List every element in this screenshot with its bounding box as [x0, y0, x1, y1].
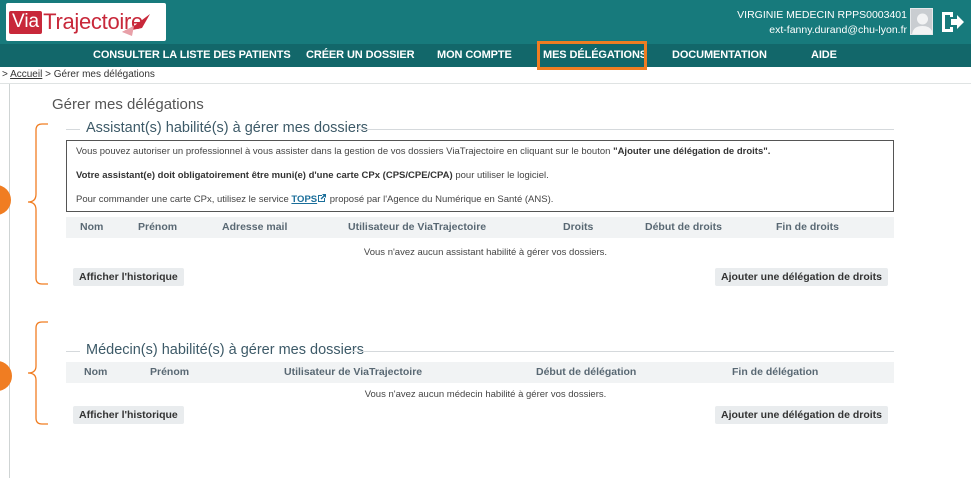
column-header: Utilisateur de ViaTrajectoire [348, 221, 487, 233]
viatrajectoire-logo[interactable]: Via Trajectoire [6, 3, 166, 41]
info-line-2-text: pour utiliser le logiciel. [455, 170, 549, 181]
medecins-empty-message: Vous n'avez aucun médecin habilité à gér… [364, 389, 607, 400]
assistants-add-delegation-button[interactable]: Ajouter une délégation de droits [715, 268, 889, 286]
top-header: Via Trajectoire VIRGINIE MEDECIN RPPS0003… [0, 0, 971, 44]
info-line-1-text: Vous pouvez autoriser un professionnel à… [76, 146, 611, 157]
column-header: Nom [80, 221, 104, 233]
column-header: Utilisateur de ViaTrajectoire [284, 366, 423, 378]
breadcrumb-separator: > [2, 69, 8, 80]
medecins-table-header: Nom Prénom Utilisateur de ViaTrajectoire… [66, 362, 894, 383]
column-header: Prénom [150, 366, 190, 378]
section-rule [66, 129, 80, 130]
user-name: VIRGINIE MEDECIN RPPS0003401 [737, 9, 907, 21]
info-line-2-bold: Votre assistant(e) doit obligatoirement … [76, 170, 453, 181]
column-header: Adresse mail [222, 221, 288, 233]
active-nav-highlight [537, 41, 647, 70]
column-header: Prénom [138, 221, 178, 233]
logout-icon[interactable] [939, 9, 965, 35]
assistants-table-header: Nom Prénom Adresse mail Utilisateur de V… [66, 217, 894, 238]
column-header: Nom [84, 366, 108, 378]
nav-documentation[interactable]: DOCUMENTATION [672, 44, 767, 67]
column-header: Droits [563, 221, 594, 233]
info-line-3-text: Pour commander une carte CPx, utilisez l… [76, 194, 289, 205]
info-line-2: Votre assistant(e) doit obligatoirement … [76, 170, 549, 181]
column-header: Fin de délégation [732, 366, 819, 378]
nav-aide[interactable]: AIDE [811, 44, 837, 67]
section-rule [357, 129, 894, 130]
assistants-info-box: Vous pouvez autoriser un professionnel à… [66, 140, 894, 212]
breadcrumb-home-link[interactable]: Accueil [10, 69, 42, 80]
logo-arrow-icon [122, 14, 150, 36]
nav-mon-compte[interactable]: MON COMPTE [437, 44, 512, 67]
user-info: VIRGINIE MEDECIN RPPS0003401 ext-fanny.d… [737, 8, 907, 38]
column-header: Début de délégation [536, 366, 637, 378]
breadcrumb-current: Gérer mes délégations [53, 69, 155, 80]
user-avatar-icon[interactable] [910, 8, 933, 35]
info-line-3-end: proposé par l'Agence du Numérique en San… [329, 194, 554, 205]
medecins-section-title: Médecin(s) habilité(s) à gérer mes dossi… [86, 342, 365, 358]
medecins-add-delegation-button[interactable]: Ajouter une délégation de droits [715, 406, 889, 424]
assistants-empty-message: Vous n'avez aucun assistant habilité à g… [363, 247, 608, 258]
breadcrumb: > Accueil > Gérer mes délégations [0, 67, 971, 84]
breadcrumb-separator: > [45, 69, 51, 80]
tops-link[interactable]: TOPS [291, 194, 317, 205]
user-email: ext-fanny.durand@chu-lyon.fr [769, 24, 907, 36]
column-header: Début de droits [645, 221, 723, 233]
info-line-3: Pour commander une carte CPx, utilisez l… [76, 193, 553, 205]
page-title: Gérer mes délégations [52, 96, 204, 113]
logo-via-text: Via [9, 10, 43, 34]
assistants-section-title: Assistant(s) habilité(s) à gérer mes dos… [86, 120, 369, 136]
external-link-icon[interactable] [317, 193, 327, 203]
assistants-history-button[interactable]: Afficher l'historique [73, 268, 184, 286]
column-header: Fin de droits [776, 221, 839, 233]
section-rule [350, 351, 894, 352]
main-nav: CONSULTER LA LISTE DES PATIENTS CRÉER UN… [0, 44, 971, 67]
nav-creer-dossier[interactable]: CRÉER UN DOSSIER [306, 44, 415, 67]
info-line-1: Vous pouvez autoriser un professionnel à… [76, 146, 770, 157]
nav-consulter-patients[interactable]: CONSULTER LA LISTE DES PATIENTS [93, 44, 291, 67]
section-rule [66, 351, 80, 352]
info-line-1-bold: "Ajouter une délégation de droits". [613, 146, 771, 157]
medecins-history-button[interactable]: Afficher l'historique [73, 406, 184, 424]
